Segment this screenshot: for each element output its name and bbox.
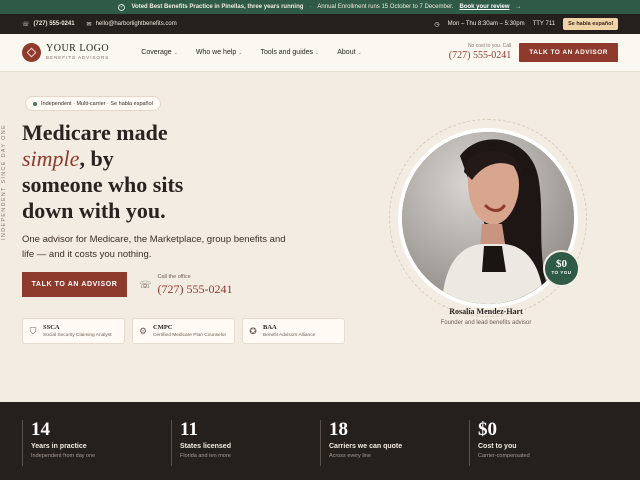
nav-item-tools[interactable]: Tools and guides ⌄: [261, 49, 320, 56]
status-dot-icon: [33, 101, 37, 106]
logo-subtitle: BENEFITS ADVISORS: [46, 55, 110, 61]
stat-years: 14 Years in practice Independent from da…: [22, 420, 171, 466]
hero-pill-text: Independent · Multi-carrier · Se habla e…: [41, 100, 153, 107]
stat-value: 14: [31, 419, 50, 440]
credential-abbr: CMPC: [153, 324, 173, 331]
stats-band: 14 Years in practice Independent from da…: [0, 402, 640, 480]
stat-label: Carriers we can quote: [329, 443, 403, 450]
award-text: Voted Best Benefits Practice in Pinellas…: [131, 4, 304, 10]
credential-cmpc: ⚙ CMPC Certified Medicare Plan Counselor: [132, 318, 235, 344]
stat-label: Years in practice: [31, 443, 87, 450]
credential-ssca: ⛉ SSCA Social Security Claiming Analyst: [22, 318, 125, 344]
stat-sub: Carrier-compensated: [478, 453, 530, 459]
chevron-down-icon: ⌄: [173, 50, 178, 56]
tty-number: TTY 711: [532, 21, 556, 27]
chevron-down-icon: ⌄: [315, 50, 320, 56]
stat-cost: $0 Cost to you Carrier-compensated: [469, 420, 618, 466]
credential-name: Certified Medicare Plan Counselor: [153, 333, 227, 338]
nav-item-about[interactable]: About ⌄: [337, 49, 362, 56]
chevron-down-icon: ⌄: [357, 50, 362, 56]
office-label: Call the office: [157, 274, 191, 280]
header-call-number: (727) 555-0241: [448, 49, 512, 61]
hero-title: Medicare made simple, by someone who sit…: [22, 120, 184, 223]
header-talk-button[interactable]: TALK TO AN ADVISOR: [519, 43, 618, 62]
stat-value: $0: [478, 419, 497, 440]
hero-talk-button[interactable]: TALK TO AN ADVISOR: [22, 272, 127, 297]
gear-icon: ⚙: [138, 325, 148, 336]
nav-item-who-we-help[interactable]: Who we help ⌄: [196, 49, 243, 56]
cost-badge-value: $0: [556, 258, 567, 270]
phone-icon: ☏: [22, 21, 30, 28]
stat-sub: Independent from day one: [31, 453, 96, 459]
utility-email-text: hello@harborlightbenefits.com: [95, 21, 177, 27]
mail-icon: ✉: [86, 21, 92, 28]
stat-sub: Across every line: [329, 453, 371, 459]
hero-pill: Independent · Multi-carrier · Se habla e…: [25, 96, 161, 111]
credential-name: Benefit Advisors Alliance: [263, 333, 316, 338]
stat-states: 11 States licensed Florida and ten more: [171, 420, 320, 466]
cost-badge-label: TO YOU: [551, 270, 572, 275]
stat-label: Cost to you: [478, 443, 517, 450]
stat-label: States licensed: [180, 443, 231, 450]
award-icon: ✪: [249, 325, 257, 336]
office-hours: Mon – Thu 8:30am – 5:30pm: [447, 21, 525, 27]
credential-abbr: BAA: [263, 324, 277, 331]
credential-name: Social Security Claiming Analyst: [43, 333, 112, 338]
enrollment-text: Annual Enrollment runs 15 October to 7 D…: [317, 4, 454, 10]
chevron-down-icon: ⌄: [238, 50, 243, 56]
arrow-right-icon: →: [515, 4, 522, 10]
utility-email[interactable]: ✉ hello@harborlightbenefits.com: [87, 21, 177, 28]
stat-carriers: 18 Carriers we can quote Across every li…: [320, 420, 469, 466]
utility-bar: ☏ (727) 555-0241 ✉ hello@harborlightbene…: [0, 14, 640, 34]
book-review-link[interactable]: Book your review: [460, 4, 510, 10]
nav-item-coverage[interactable]: Coverage ⌄: [141, 49, 178, 56]
phone-icon: ☏: [139, 280, 152, 291]
stat-sub: Florida and ten more: [180, 453, 231, 459]
logo[interactable]: YOUR LOGO BENEFITS ADVISORS: [46, 44, 109, 61]
utility-phone-text: (727) 555-0241: [33, 21, 75, 27]
credential-abbr: SSCA: [43, 324, 60, 331]
clock-icon: ◷: [434, 21, 440, 28]
credentials: ⛉ SSCA Social Security Claiming Analyst …: [22, 318, 345, 344]
advisor-role: Founder and lead benefits advisor: [440, 320, 532, 326]
cost-badge: $0 TO YOU: [543, 250, 580, 287]
logo-compass-icon[interactable]: [22, 43, 41, 62]
check-icon: ✓: [118, 3, 126, 11]
office-call[interactable]: ☏ Call the office (727) 555-0241: [139, 274, 233, 297]
spanish-button[interactable]: Se habla español: [563, 18, 618, 30]
site-header: YOUR LOGO BENEFITS ADVISORS Coverage ⌄ Wh…: [0, 34, 640, 72]
hero-title-emphasis: simple: [22, 146, 80, 171]
separator: ·: [309, 4, 312, 10]
main-nav: Coverage ⌄ Who we help ⌄ Tools and guides ⌄…: [141, 49, 361, 56]
logo-title: YOUR LOGO: [46, 43, 110, 55]
stat-value: 11: [180, 419, 198, 440]
shield-icon: ⛉: [29, 325, 37, 336]
credential-baa: ✪ BAA Benefit Advisors Alliance: [242, 318, 345, 344]
header-call[interactable]: No cost to you. Call (727) 555-0241: [449, 44, 512, 61]
stat-value: 18: [329, 419, 348, 440]
announcement-bar: ✓ Voted Best Benefits Practice in Pinell…: [0, 0, 640, 14]
vertical-tagline: INDEPENDENT SINCE DAY ONE: [1, 124, 7, 240]
hero-subtitle: One advisor for Medicare, the Marketplac…: [22, 234, 286, 260]
advisor-name: Rosalía Mendez-Hart: [449, 307, 523, 316]
office-number: (727) 555-0241: [157, 282, 233, 296]
utility-phone[interactable]: ☏ (727) 555-0241: [22, 21, 75, 28]
